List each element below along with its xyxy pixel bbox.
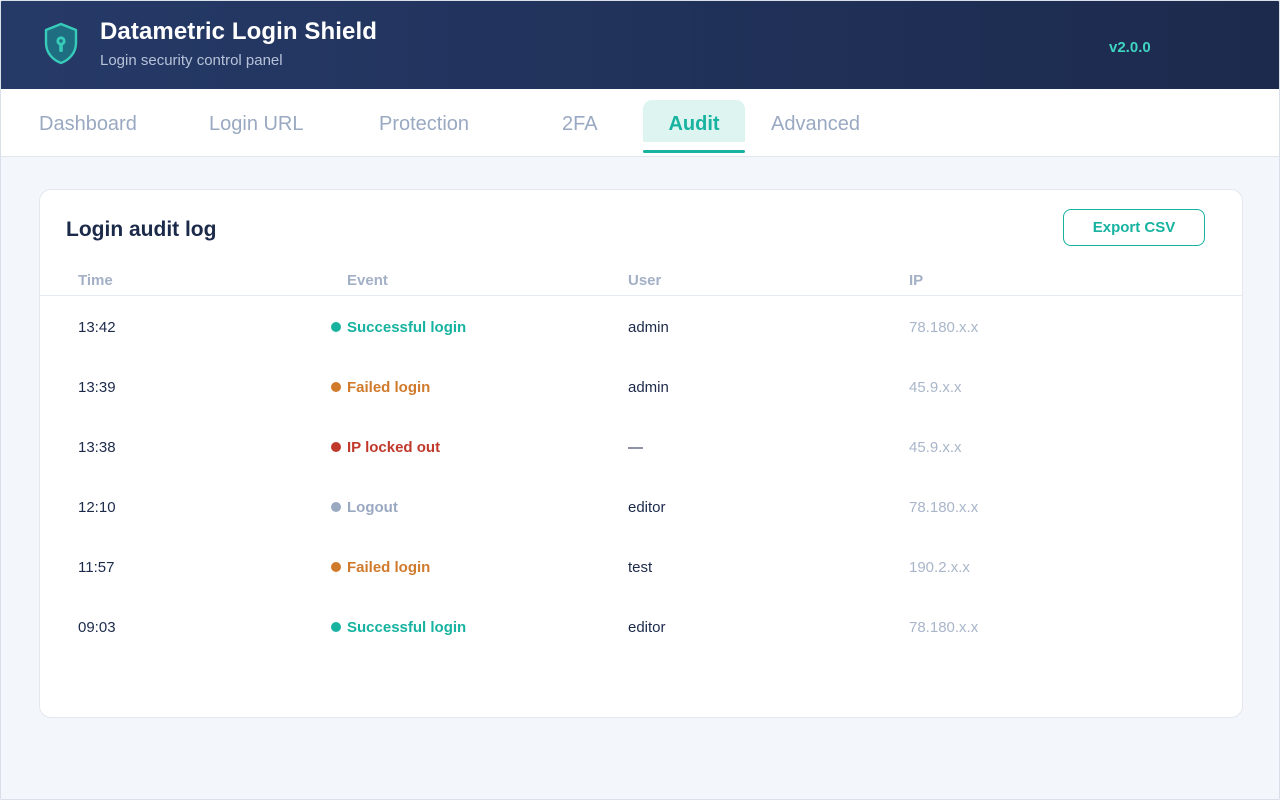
tab-audit[interactable]: Audit (643, 100, 745, 142)
tab-2fa[interactable]: 2FA (562, 100, 598, 142)
row-user: admin (628, 379, 669, 396)
app-header: Datametric Login Shield Login security c… (1, 1, 1279, 89)
status-dot-icon (331, 322, 341, 332)
app-title: Datametric Login Shield (100, 18, 378, 45)
status-dot-icon (331, 442, 341, 452)
row-event: IP locked out (331, 418, 440, 478)
audit-log-title: Login audit log (66, 218, 217, 241)
status-dot-icon (331, 502, 341, 512)
row-ip: 78.180.x.x (909, 319, 979, 336)
row-event: Logout (331, 478, 398, 538)
export-csv-button[interactable]: Export CSV (1063, 209, 1205, 246)
header-divider (40, 295, 1242, 296)
row-time: 13:38 (78, 439, 116, 456)
app-window: Datametric Login Shield Login security c… (0, 0, 1280, 800)
row-user: test (628, 559, 653, 576)
app-subtitle: Login security control panel (100, 52, 283, 69)
version-badge: v2.0.0 (1109, 39, 1151, 56)
event-label: Successful login (347, 619, 467, 636)
audit-log-card: Login audit log Export CSV Time Event Us… (39, 189, 1243, 718)
column-header-ip: IP (909, 272, 924, 289)
row-time: 11:57 (78, 559, 115, 576)
row-time: 13:39 (78, 379, 116, 396)
column-header-time: Time (78, 272, 113, 289)
active-tab-indicator (643, 150, 745, 153)
row-event: Successful login (331, 598, 466, 658)
table-row: 13:38 IP locked out — 45.9.x.x (40, 418, 1242, 478)
shield-keyhole-icon (44, 22, 78, 65)
event-label: IP locked out (347, 439, 441, 456)
event-label: Failed login (347, 559, 431, 576)
row-ip: 190.2.x.x (909, 559, 970, 576)
event-label: Failed login (347, 379, 431, 396)
row-user: editor (628, 499, 666, 516)
table-row: 12:10 Logout editor 78.180.x.x (40, 478, 1242, 538)
table-row: 09:03 Successful login editor 78.180.x.x (40, 598, 1242, 658)
tab-login-url[interactable]: Login URL (209, 100, 304, 142)
event-label: Logout (347, 499, 398, 516)
row-user: — (628, 439, 643, 456)
row-ip: 78.180.x.x (909, 499, 979, 516)
row-ip: 45.9.x.x (909, 439, 962, 456)
row-ip: 78.180.x.x (909, 619, 979, 636)
tab-protection[interactable]: Protection (379, 100, 469, 142)
table-row: 11:57 Failed login test 190.2.x.x (40, 538, 1242, 598)
status-dot-icon (331, 622, 341, 632)
row-event: Successful login (331, 298, 466, 358)
row-user: admin (628, 319, 669, 336)
event-label: Successful login (347, 319, 467, 336)
status-dot-icon (331, 562, 341, 572)
row-user: editor (628, 619, 666, 636)
table-row: 13:42 Successful login admin 78.180.x.x (40, 298, 1242, 358)
table-row: 13:39 Failed login admin 45.9.x.x (40, 358, 1242, 418)
row-time: 09:03 (78, 619, 116, 636)
column-header-event: Event (347, 272, 388, 289)
row-event: Failed login (331, 358, 430, 418)
row-ip: 45.9.x.x (909, 379, 962, 396)
status-dot-icon (331, 382, 341, 392)
tab-bar: Dashboard Login URL Protection 2FA Audit… (1, 89, 1279, 157)
row-time: 12:10 (78, 499, 116, 516)
tab-dashboard[interactable]: Dashboard (39, 100, 137, 142)
tab-advanced[interactable]: Advanced (771, 100, 860, 142)
row-time: 13:42 (78, 319, 116, 336)
row-event: Failed login (331, 538, 430, 598)
column-header-user: User (628, 272, 662, 289)
